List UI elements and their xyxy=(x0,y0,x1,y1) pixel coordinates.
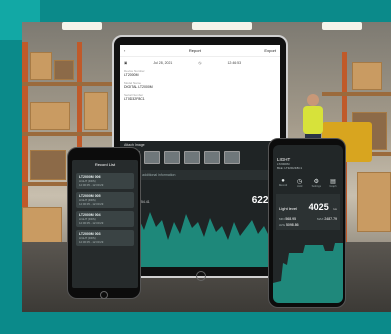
field-value[interactable]: DIGITAL LT2000M xyxy=(124,85,276,89)
record-icon-button[interactable]: ● Record xyxy=(277,178,289,188)
report-meta: ▣ Jul 28, 2021 ◷ 12:46:53 xyxy=(120,57,280,67)
image-thumbnail[interactable] xyxy=(184,151,200,164)
device-header: LIGHT LT2000M BLE: LT32D2F8C1 xyxy=(273,145,343,172)
cargo-box xyxy=(357,172,391,232)
settings-icon: ⚙ xyxy=(313,179,319,185)
graph-icon-button[interactable]: ▤ Graph xyxy=(327,178,339,188)
record-item[interactable]: LT2000M 003 LIGHT (DDS) 12:00:05 - 12:00… xyxy=(76,230,134,246)
shelf-beam xyxy=(22,82,112,86)
settings-icon-button[interactable]: ⚙ Settings xyxy=(310,178,322,188)
action-label: Graph xyxy=(329,185,337,188)
action-label: Settings xyxy=(311,185,321,188)
report-time: 12:46:53 xyxy=(227,61,242,65)
light-level-value: 4025 xyxy=(308,202,329,212)
image-thumbnail[interactable] xyxy=(224,151,240,164)
device-actions: ● Record ◷ Hold ⚙ Settings ▤ Graph xyxy=(273,172,343,190)
chart-icon: ▤ xyxy=(330,179,336,185)
record-item[interactable]: LT2000M 004 LIGHT (DDS) 12:00:05 - 12:00… xyxy=(76,211,134,227)
record-line: 12:00:05 - 12:00:29 xyxy=(79,183,104,187)
light-level-label: Light level xyxy=(279,206,298,211)
record-line: 12:00:05 - 12:00:29 xyxy=(79,240,104,244)
device-sub: BLE: LT32D2F8C1 xyxy=(277,166,303,170)
action-label: Hold xyxy=(296,185,303,188)
cargo-box xyxy=(30,102,70,130)
left-phone-device: Record List LT2000M 006 LIGHT (DDS) 12:0… xyxy=(67,147,141,299)
cargo-box xyxy=(30,150,66,180)
report-area-chart xyxy=(120,212,280,267)
field-model-name: Model Name DIGITAL LT2000M xyxy=(120,79,280,91)
attach-image-row: Attach Image Edit xyxy=(120,141,280,149)
record-item[interactable]: LT2000M 005 LIGHT (DDS) 12:00:05 - 12:00… xyxy=(76,192,134,208)
ceiling-light xyxy=(322,22,362,30)
field-value[interactable]: LT2000M xyxy=(124,73,276,77)
report-date: Jul 28, 2021 xyxy=(153,61,173,65)
image-thumbnail[interactable] xyxy=(204,151,220,164)
clock-icon: ◷ xyxy=(198,61,202,65)
shelf-beam xyxy=(22,132,112,136)
field-value[interactable]: LT0D32F8C1 xyxy=(124,97,276,101)
ceiling-light xyxy=(62,22,102,30)
chart-area xyxy=(120,212,280,267)
ceiling-light xyxy=(192,22,252,30)
image-thumbnail[interactable] xyxy=(164,151,180,164)
report-header: ‹ Report Export xyxy=(120,45,280,57)
worker-vest xyxy=(303,106,323,134)
max-label: MAX xyxy=(316,217,324,221)
report-dark-panel: Attach Image Edit Enter the additional i… xyxy=(120,141,280,267)
cargo-box xyxy=(84,92,108,130)
tablet-screen: ‹ Report Export ▣ Jul 28, 2021 ◷ 12:46:5… xyxy=(120,45,280,267)
light-level-chart xyxy=(273,243,343,303)
record-list-screen: Record List LT2000M 006 LIGHT (DDS) 12:0… xyxy=(72,160,138,288)
record-line: 12:00:05 - 12:00:29 xyxy=(79,202,104,206)
right-phone-device: LIGHT LT2000M BLE: LT32D2F8C1 ● Record ◷… xyxy=(268,138,346,308)
hold-icon-button[interactable]: ◷ Hold xyxy=(294,178,306,188)
record-line: 12:00:05 - 12:00:29 xyxy=(79,221,104,225)
field-serial-number: Serial Number LT0D32F8C1 xyxy=(120,91,280,103)
image-thumbnails xyxy=(120,149,280,166)
home-button[interactable] xyxy=(196,271,206,281)
action-label: Record xyxy=(278,184,288,187)
worker-head xyxy=(307,94,319,106)
min-value: 568.95 xyxy=(285,217,297,221)
additional-info-input[interactable]: Enter the additional information xyxy=(124,170,276,180)
shelf-beam xyxy=(322,92,391,96)
cargo-box xyxy=(54,60,74,80)
calendar-icon: ▣ xyxy=(124,61,128,65)
field-device-number: Device Number LT2000M xyxy=(120,67,280,79)
light-meter-screen: LIGHT LT2000M BLE: LT32D2F8C1 ● Record ◷… xyxy=(273,145,343,303)
clock-icon: ◷ xyxy=(297,179,303,185)
record-list-title: Record List xyxy=(94,162,116,167)
cargo-box xyxy=(352,62,382,90)
max-value: 2487.79 xyxy=(324,217,337,221)
export-button[interactable]: Export xyxy=(264,48,276,53)
chart-area xyxy=(273,243,343,303)
home-button[interactable] xyxy=(100,291,108,299)
cargo-box xyxy=(30,52,52,80)
back-icon[interactable]: ‹ xyxy=(124,48,125,53)
cargo-box xyxy=(22,207,62,247)
report-title: Report xyxy=(188,48,201,53)
image-thumbnail[interactable] xyxy=(144,151,160,164)
light-level-unit: lux xyxy=(333,207,337,211)
min-label: MIN xyxy=(279,217,285,221)
record-item[interactable]: LT2000M 006 LIGHT (DDS) 12:00:05 - 12:00… xyxy=(76,173,134,189)
